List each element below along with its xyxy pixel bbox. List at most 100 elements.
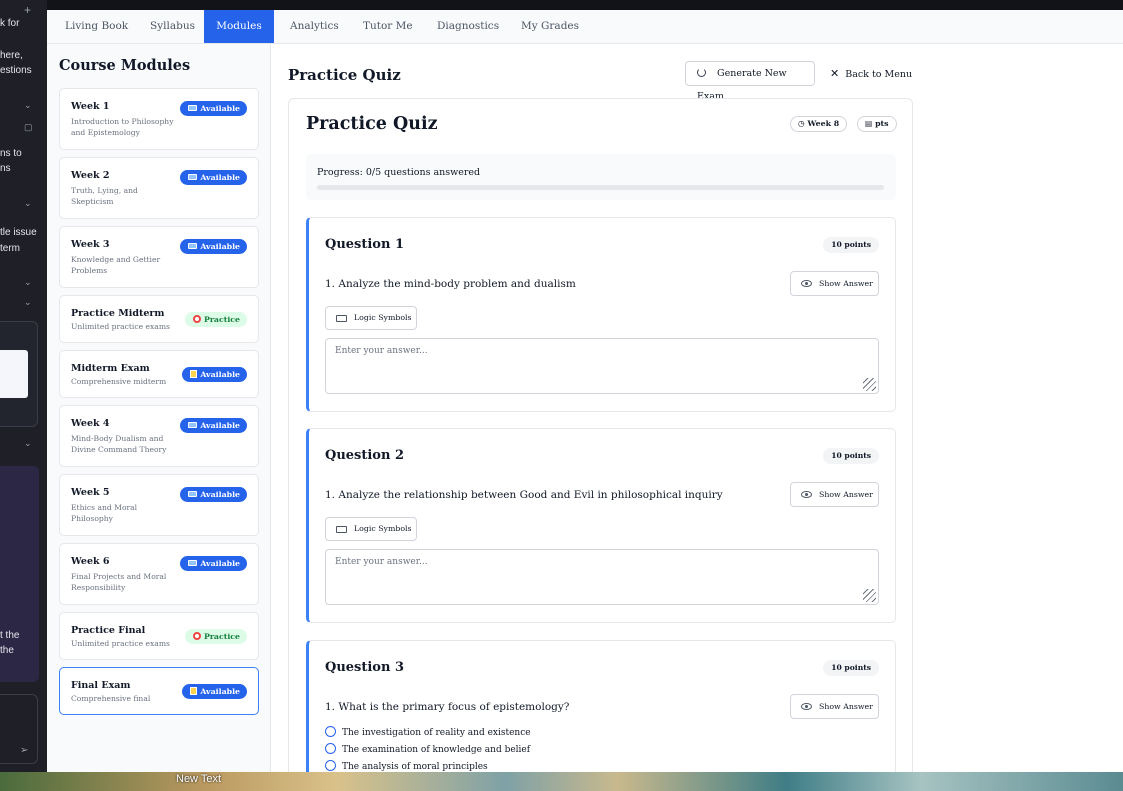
background-text: ns: [0, 163, 11, 174]
module-subtitle: Introduction to Philosophy and Epistemol…: [71, 117, 174, 137]
question-title: Question 1: [325, 237, 405, 252]
show-answer-button[interactable]: Show Answer: [790, 482, 879, 507]
module-card[interactable]: Week 3 Knowledge and Gettier Problems Avai…: [59, 226, 259, 288]
keyboard-icon: [336, 526, 347, 533]
chevron-down-icon[interactable]: ⌄: [24, 100, 32, 111]
module-card[interactable]: Practice Final Unlimited practice exams Pr…: [59, 612, 259, 660]
question-points: 10 points: [823, 237, 879, 253]
module-title: Week 3: [71, 239, 110, 250]
book-icon: [188, 491, 198, 497]
logic-symbols-button[interactable]: Logic Symbols: [325, 517, 417, 541]
available-badge: Available: [182, 684, 247, 699]
badge-label: Available: [200, 370, 240, 379]
tab-living-book[interactable]: Living Book: [49, 10, 144, 43]
back-to-menu-label: Back to Menu: [845, 69, 913, 80]
badge-label: Practice: [203, 632, 240, 641]
module-card[interactable]: Final Exam Comprehensive final Available: [59, 667, 259, 715]
answer-option[interactable]: The examination of knowledge and belief: [325, 743, 530, 755]
tab-analytics[interactable]: Analytics: [274, 10, 355, 43]
back-to-menu-button[interactable]: ✕ Back to Menu: [830, 67, 912, 80]
module-subtitle: Mind-Body Dualism and Divine Command The…: [71, 434, 167, 454]
background-app-panel: + k for here, estions ⌄ ▢ ns to ns ⌄ tle…: [0, 0, 47, 775]
module-card[interactable]: Week 2 Truth, Lying, and Skepticism Availa…: [59, 157, 259, 219]
answer-textarea[interactable]: Enter your answer...: [325, 549, 879, 605]
tab-diagnostics[interactable]: Diagnostics: [421, 10, 515, 43]
week-pill-label: Week 8: [807, 119, 840, 128]
chevron-down-icon[interactable]: ⌄: [24, 438, 32, 449]
module-title: Week 4: [71, 418, 110, 429]
practice-badge: Practice: [184, 312, 247, 327]
tab-tutor-me[interactable]: Tutor Me: [347, 10, 429, 43]
module-card[interactable]: Midterm Exam Comprehensive midterm Availab…: [59, 350, 259, 398]
progress-panel: Progress: 0/5 questions answered: [306, 154, 896, 200]
module-card[interactable]: Week 5 Ethics and Moral Philosophy Availab…: [59, 474, 259, 536]
badge-label: Available: [200, 173, 240, 182]
answer-option[interactable]: The investigation of reality and existen…: [325, 726, 531, 738]
eye-icon: [801, 280, 812, 287]
badge-label: Available: [200, 687, 240, 696]
show-answer-label: Show Answer: [819, 490, 873, 499]
badge-label: Available: [200, 104, 240, 113]
background-text: tle issue: [0, 227, 37, 238]
module-title: Practice Final: [71, 625, 146, 636]
quiz-card: Practice Quiz ◷ Week 8 ▤ pts Progress: 0…: [288, 98, 913, 772]
question-card: Question 1 10 points 1. Analyze the mind…: [306, 217, 896, 412]
radio-button[interactable]: [325, 760, 336, 771]
document-thumbnail[interactable]: [0, 321, 38, 427]
module-card[interactable]: Week 1 Introduction to Philosophy and Epi…: [59, 88, 259, 150]
question-title: Question 3: [325, 660, 405, 675]
os-title-bar: [0, 0, 1123, 10]
tab-modules[interactable]: Modules: [204, 10, 274, 43]
module-card[interactable]: Practice Midterm Unlimited practice exams…: [59, 295, 259, 343]
question-prompt: 1. Analyze the relationship between Good…: [325, 489, 723, 501]
chevron-down-icon[interactable]: ⌄: [24, 198, 32, 209]
background-text: k for: [0, 18, 20, 29]
close-icon: ✕: [830, 67, 840, 80]
app-window: Living Book Syllabus Modules Analytics T…: [47, 10, 1123, 772]
show-answer-button[interactable]: Show Answer: [790, 694, 879, 719]
module-card[interactable]: Week 4 Mind-Body Dualism and Divine Comma…: [59, 405, 259, 467]
module-subtitle: Final Projects and Moral Responsibility: [71, 572, 167, 592]
sidebar-title: Course Modules: [59, 57, 191, 74]
background-text: ns to: [0, 148, 22, 159]
tab-my-grades[interactable]: My Grades: [505, 10, 595, 43]
chevron-down-icon[interactable]: ⌄: [24, 277, 32, 288]
send-icon[interactable]: ➢: [20, 745, 28, 756]
logic-symbols-button[interactable]: Logic Symbols: [325, 306, 417, 330]
available-badge: Available: [180, 487, 247, 502]
chevron-down-icon[interactable]: ⌄: [24, 297, 32, 308]
desktop-file-label[interactable]: New Text: [176, 773, 221, 785]
answer-option[interactable]: The analysis of moral principles: [325, 760, 488, 772]
answer-textarea[interactable]: Enter your answer...: [325, 338, 879, 394]
points-pill-label: pts: [875, 119, 889, 128]
chat-input[interactable]: ➢: [0, 694, 38, 764]
target-icon: [192, 632, 201, 640]
sidebar: Course Modules Week 1 Introduction to Phi…: [47, 44, 271, 772]
clock-icon: ◷: [798, 119, 808, 128]
radio-button[interactable]: [325, 726, 336, 737]
show-answer-button[interactable]: Show Answer: [790, 271, 879, 296]
radio-button[interactable]: [325, 743, 336, 754]
image-icon[interactable]: ▢: [24, 122, 33, 133]
resize-handle[interactable]: [863, 378, 876, 391]
generate-new-exam-button[interactable]: Generate New Exam: [685, 61, 815, 102]
plus-icon: +: [24, 3, 32, 17]
question-prompt: 1. Analyze the mind-body problem and dua…: [325, 278, 576, 290]
module-subtitle: Truth, Lying, and Skepticism: [71, 186, 138, 206]
module-card[interactable]: Week 6 Final Projects and Moral Responsib…: [59, 543, 259, 605]
resize-handle[interactable]: [863, 589, 876, 602]
background-text: t the: [0, 630, 20, 641]
available-badge: Available: [180, 101, 247, 116]
module-title: Midterm Exam: [71, 363, 150, 374]
answer-placeholder: Enter your answer...: [335, 557, 428, 567]
message-bubble: t the the: [0, 466, 39, 682]
module-title: Practice Midterm: [71, 308, 165, 319]
available-badge: Available: [180, 239, 247, 254]
target-icon: [192, 315, 201, 323]
thumbnail-image: [0, 350, 28, 398]
badge-label: Available: [200, 421, 240, 430]
tab-syllabus[interactable]: Syllabus: [134, 10, 211, 43]
available-badge: Available: [180, 418, 247, 433]
show-answer-label: Show Answer: [819, 279, 873, 288]
module-title: Week 6: [71, 556, 110, 567]
